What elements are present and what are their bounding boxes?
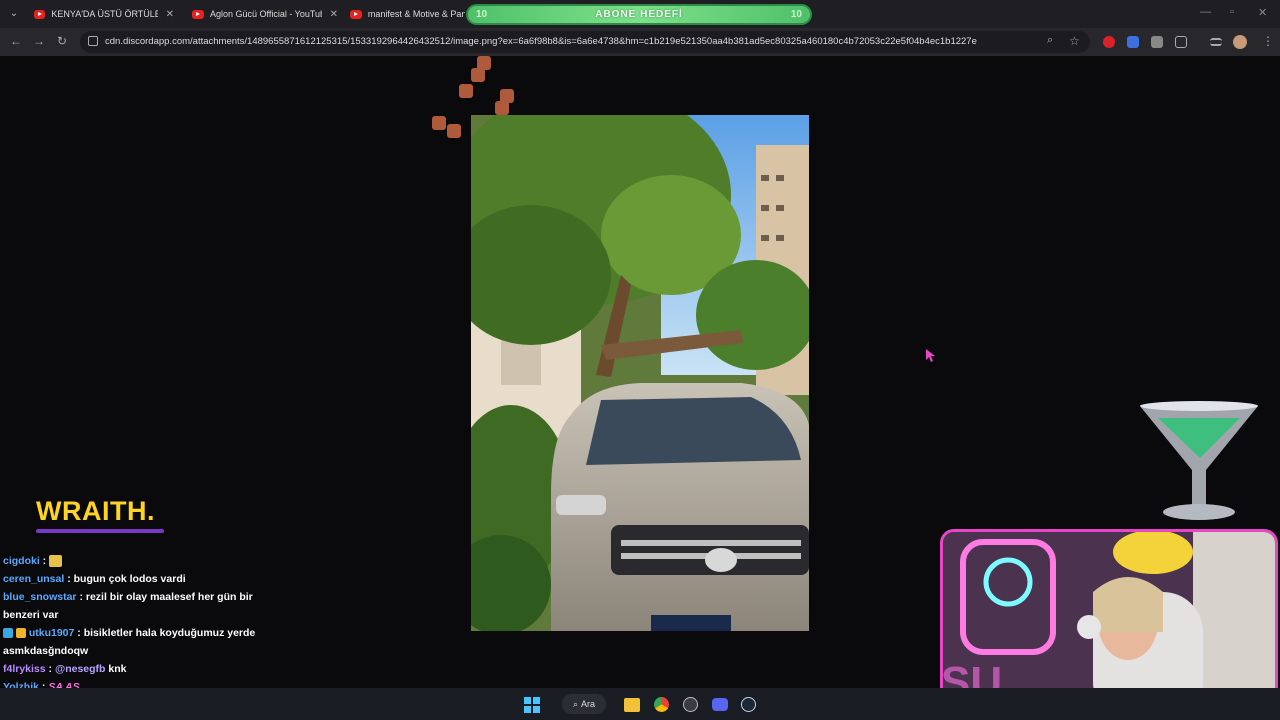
floating-emote: [495, 101, 509, 115]
tab-kenya[interactable]: KENYA'DA ÜSTÜ ÖRTÜLEN KONT ✕: [34, 3, 174, 25]
chat-username: blue_snowstar: [3, 591, 77, 603]
browser-toolbar: ← → ↻ cdn.discordapp.com/attachments/148…: [0, 28, 1280, 56]
steam-icon[interactable]: [741, 697, 756, 712]
youtube-icon: [34, 9, 46, 19]
subscriber-goal-bar: 10 ABONE HEDEFİ 10: [466, 4, 812, 25]
tree-car-image: [471, 115, 809, 631]
youtube-icon: [350, 9, 362, 19]
goal-title: ABONE HEDEFİ: [595, 9, 683, 20]
floating-emote: [447, 124, 461, 138]
chat-separator: :: [45, 663, 53, 675]
street-photo: [471, 115, 809, 631]
extension-blue-icon[interactable]: [1127, 36, 1139, 48]
goal-current: 10: [476, 9, 488, 20]
tab-manifest[interactable]: manifest & Motive & Pango: [350, 3, 465, 25]
chat-message: ceren_unsal : bugun çok lodos vardi: [3, 570, 273, 588]
chat-separator: :: [64, 573, 71, 585]
tab-search-chevron-icon[interactable]: ⌄: [6, 6, 22, 22]
reload-icon[interactable]: ↻: [57, 34, 67, 48]
chat-separator: :: [76, 591, 83, 603]
chat-username: utku1907: [28, 627, 75, 639]
extension-red-icon[interactable]: [1103, 36, 1115, 48]
chat-username: f4lrykiss: [3, 663, 46, 675]
chat-username: ceren_unsal: [3, 573, 65, 585]
menu-dots-icon[interactable]: ⋮: [1262, 34, 1274, 48]
floating-emote: [459, 84, 473, 98]
floating-emote: [471, 68, 485, 82]
obs-icon[interactable]: [683, 697, 698, 712]
tab-title: manifest & Motive & Pango: [367, 9, 465, 19]
zoom-icon[interactable]: ⌕: [1047, 34, 1053, 47]
tab-close-icon[interactable]: ✕: [166, 9, 174, 20]
gift-badge-icon: [15, 628, 26, 639]
chat-message: f4lrykiss : @nesegfb knk: [3, 660, 273, 678]
chat-message: cigdoki :: [3, 552, 273, 570]
mouse-cursor-icon: [926, 349, 935, 362]
chat-emote: [49, 555, 63, 568]
search-label: Ara: [581, 699, 596, 709]
youtube-icon: [192, 9, 204, 19]
maximize-icon[interactable]: ▫: [1230, 6, 1234, 18]
url-text: cdn.discordapp.com/attachments/148965587…: [105, 36, 977, 47]
chat-mention: @nesegfb: [54, 663, 106, 675]
profile-avatar[interactable]: [1233, 35, 1247, 49]
back-icon[interactable]: ←: [10, 34, 22, 48]
chat-username: cigdoki: [3, 555, 40, 567]
search-icon: ⌕: [572, 698, 579, 709]
site-info-icon[interactable]: [88, 36, 98, 46]
chat-separator: :: [74, 627, 81, 639]
extension-gray-icon[interactable]: [1151, 36, 1163, 48]
chat-text: bugun çok lodos vardi: [73, 573, 186, 585]
discord-icon[interactable]: [712, 698, 728, 711]
address-bar[interactable]: cdn.discordapp.com/attachments/148965587…: [80, 31, 1090, 53]
chat-message: blue_snowstar : rezil bir olay maalesef …: [3, 588, 273, 624]
windows-start-icon[interactable]: [524, 697, 540, 713]
tab-aglon[interactable]: Aglon Gücü Official - YouTube ✕: [192, 3, 338, 25]
bookmark-star-icon[interactable]: ☆: [1069, 34, 1080, 48]
tab-title: Aglon Gücü Official - YouTube: [209, 9, 322, 19]
chrome-icon[interactable]: [654, 697, 669, 712]
logo-underline: [36, 529, 164, 533]
windows-taskbar: ⌕ Ara: [0, 688, 1280, 720]
window-close-icon[interactable]: ✕: [1258, 6, 1267, 19]
subscriber-badge-icon: [3, 628, 13, 639]
forward-icon[interactable]: →: [33, 34, 45, 48]
media-control-icon[interactable]: [1210, 38, 1222, 46]
martini-glass-icon: [1140, 401, 1258, 520]
channel-logo: WRAITH.: [36, 496, 155, 526]
minimize-icon[interactable]: —: [1200, 6, 1211, 18]
file-explorer-icon[interactable]: [624, 698, 640, 712]
chat-message: utku1907 : bisikletler hala koyduğumuz y…: [3, 624, 273, 660]
goal-target: 10: [790, 9, 802, 20]
tab-close-icon[interactable]: ✕: [330, 9, 338, 20]
tab-title: KENYA'DA ÜSTÜ ÖRTÜLEN KONT: [51, 9, 157, 19]
chat-text: knk: [108, 663, 127, 675]
floating-emote: [432, 116, 446, 130]
taskbar-search-button[interactable]: ⌕ Ara: [562, 694, 606, 714]
extensions-puzzle-icon[interactable]: [1175, 36, 1187, 48]
chat-separator: :: [39, 555, 47, 567]
